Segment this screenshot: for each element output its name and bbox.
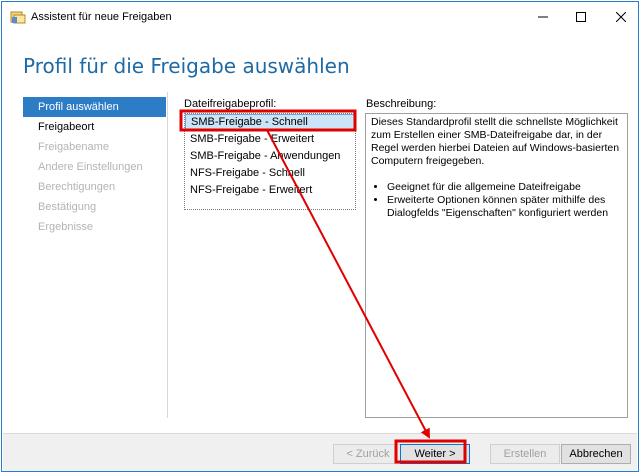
profile-list-label: Dateifreigabeprofil: [184,98,277,110]
next-button[interactable]: Weiter > [400,444,470,464]
close-button[interactable] [598,2,642,32]
share-wizard-icon [10,10,26,24]
description-bullets: Geeignet für die allgemeine Dateifreigab… [371,181,622,220]
divider [167,92,168,418]
description-text: Dieses Standardprofil stellt die schnell… [371,116,620,167]
description-bullet: Erweiterte Optionen können später mithil… [387,194,622,220]
description-label: Beschreibung: [366,98,437,110]
wizard-body: Profil auswählen Freigabeort Freigabenam… [3,92,637,432]
step-results: Ergebnisse [38,221,94,233]
profile-item-smb-advanced[interactable]: SMB-Freigabe - Erweitert [185,131,355,148]
page-title: Profil für die Freigabe auswählen [23,54,350,78]
create-button[interactable]: Erstellen [490,444,560,464]
window-title: Assistent für neue Freigaben [31,11,172,23]
step-location[interactable]: Freigabeort [23,117,166,137]
maximize-icon [576,12,586,22]
step-profile[interactable]: Profil auswählen [23,97,166,117]
button-bar: < Zurück Weiter > Erstellen Abbrechen [3,433,637,471]
step-confirmation: Bestätigung [38,201,97,213]
profile-item-smb-applications[interactable]: SMB-Freigabe - Anwendungen [185,148,355,165]
close-icon [616,12,626,22]
title-bar: Assistent für neue Freigaben [2,2,638,32]
step-share-name: Freigabename [38,141,109,153]
step-navigation: Profil auswählen Freigabeort Freigabenam… [23,97,166,237]
description-bullet: Geeignet für die allgemeine Dateifreigab… [387,181,622,194]
cancel-button[interactable]: Abbrechen [561,444,631,464]
profile-item-nfs-advanced[interactable]: NFS-Freigabe - Erweitert [185,182,355,199]
wizard-header: Profil für die Freigabe auswählen [3,32,637,92]
wizard-window: Assistent für neue Freigaben Profil für … [1,1,639,472]
minimize-icon [538,16,548,18]
profile-item-smb-quick[interactable]: SMB-Freigabe - Schnell [185,114,355,131]
profile-list[interactable]: SMB-Freigabe - Schnell SMB-Freigabe - Er… [184,113,356,210]
step-other-settings: Andere Einstellungen [38,161,143,173]
description-box: Dieses Standardprofil stellt die schnell… [365,113,628,418]
step-permissions: Berechtigungen [38,181,116,193]
back-button[interactable]: < Zurück [333,444,403,464]
profile-item-nfs-quick[interactable]: NFS-Freigabe - Schnell [185,165,355,182]
